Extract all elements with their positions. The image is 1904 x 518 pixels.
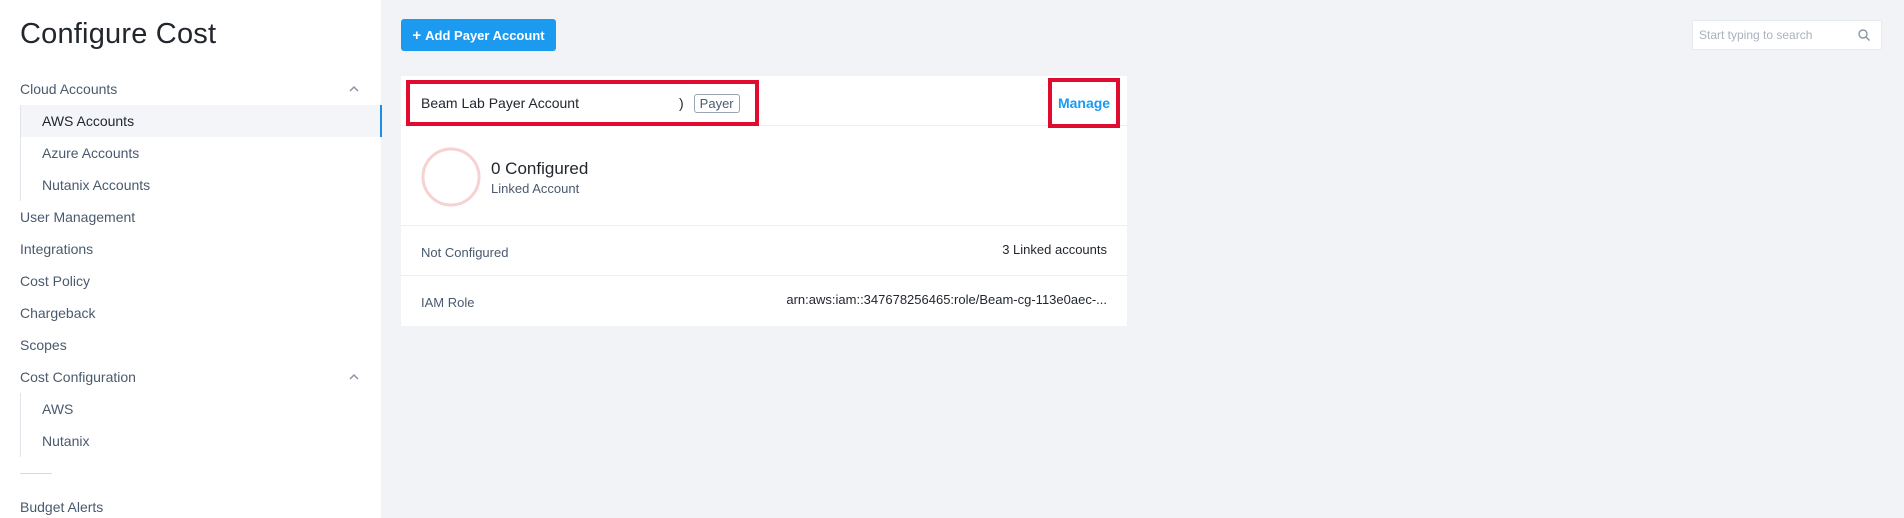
payer-account-card: Beam Lab Payer Account ) Payer Manage 0 …: [401, 76, 1127, 326]
sidebar-item-cloud-accounts[interactable]: Cloud Accounts: [0, 73, 381, 105]
sidebar-item-chargeback[interactable]: Chargeback: [0, 297, 381, 329]
sidebar-item-budget-alerts[interactable]: Budget Alerts: [0, 491, 381, 518]
chevron-up-icon[interactable]: [347, 82, 361, 96]
sidebar-item-scopes[interactable]: Scopes: [0, 329, 381, 361]
sidebar-item-label: Nutanix: [42, 433, 90, 449]
info-label: IAM Role: [421, 295, 475, 310]
info-row-not-configured: Not Configured 3 Linked accounts: [401, 226, 1127, 276]
cost-configuration-submenu: AWS Nutanix: [20, 393, 381, 457]
sidebar-item-azure-accounts[interactable]: Azure Accounts: [21, 137, 381, 169]
sidebar-item-label: Azure Accounts: [42, 145, 140, 161]
sidebar-item-cost-configuration[interactable]: Cost Configuration: [0, 361, 381, 393]
configured-count: 0 Configured: [491, 159, 589, 178]
sidebar-item-nutanix-accounts[interactable]: Nutanix Accounts: [21, 169, 381, 201]
card-header: Beam Lab Payer Account ) Payer Manage: [401, 76, 1127, 128]
add-payer-account-label: Add Payer Account: [425, 27, 545, 43]
main-content: + Add Payer Account Beam Lab Payer Accou…: [381, 0, 1904, 518]
info-label: Not Configured: [421, 245, 509, 260]
sidebar-item-label: Integrations: [20, 241, 94, 257]
manage-link[interactable]: Manage: [1058, 95, 1110, 111]
linked-accounts-count: 3 Linked accounts: [1002, 242, 1107, 257]
sidebar-item-aws-accounts[interactable]: AWS Accounts: [21, 105, 382, 137]
account-id: ): [679, 95, 684, 111]
add-payer-account-button[interactable]: + Add Payer Account: [401, 19, 556, 51]
sidebar-item-label: Cloud Accounts: [20, 81, 118, 97]
sidebar-item-aws[interactable]: AWS: [21, 393, 381, 425]
search-box: [1692, 20, 1882, 50]
sidebar-item-label: AWS Accounts: [42, 113, 135, 129]
sidebar-item-label: AWS: [42, 401, 74, 417]
plus-icon: +: [412, 26, 422, 44]
sidebar-item-label: Cost Configuration: [20, 369, 136, 385]
progress-ring: [421, 147, 481, 207]
iam-role-arn: arn:aws:iam::347678256465:role/Beam-cg-1…: [786, 292, 1107, 307]
chevron-up-icon[interactable]: [347, 370, 361, 384]
sidebar-item-user-management[interactable]: User Management: [0, 201, 381, 233]
sidebar-item-label: Budget Alerts: [20, 499, 104, 515]
configured-label: Linked Account: [491, 181, 580, 196]
sidebar-item-label: Cost Policy: [20, 273, 91, 289]
account-title-highlight: Beam Lab Payer Account ) Payer: [406, 80, 759, 126]
sidebar-item-cost-policy[interactable]: Cost Policy: [0, 265, 381, 297]
cloud-accounts-submenu: AWS Accounts Azure Accounts Nutanix Acco…: [20, 105, 382, 201]
app: Configure Cost Cloud Accounts AWS Accoun…: [0, 0, 1904, 518]
sidebar-item-integrations[interactable]: Integrations: [0, 233, 381, 265]
sidebar-item-nutanix[interactable]: Nutanix: [21, 425, 381, 457]
sidebar-item-label: User Management: [20, 209, 136, 225]
account-name: Beam Lab Payer Account: [421, 95, 579, 111]
page-title: Configure Cost: [20, 18, 217, 50]
info-row-iam-role: IAM Role arn:aws:iam::347678256465:role/…: [401, 276, 1127, 326]
configured-status: 0 Configured Linked Account: [401, 126, 1127, 226]
sidebar-nav: Cloud Accounts AWS Accounts Azure Accoun…: [0, 73, 382, 518]
search-input[interactable]: [1693, 21, 1853, 49]
sidebar-item-label: Nutanix Accounts: [42, 177, 151, 193]
sidebar-divider: [20, 473, 52, 474]
payer-badge: Payer: [693, 93, 740, 113]
sidebar-item-label: Scopes: [20, 337, 67, 353]
manage-highlight: Manage: [1048, 78, 1120, 128]
sidebar-item-label: Chargeback: [20, 305, 96, 321]
sidebar: Configure Cost Cloud Accounts AWS Accoun…: [0, 0, 382, 518]
search-icon[interactable]: [1857, 28, 1871, 42]
